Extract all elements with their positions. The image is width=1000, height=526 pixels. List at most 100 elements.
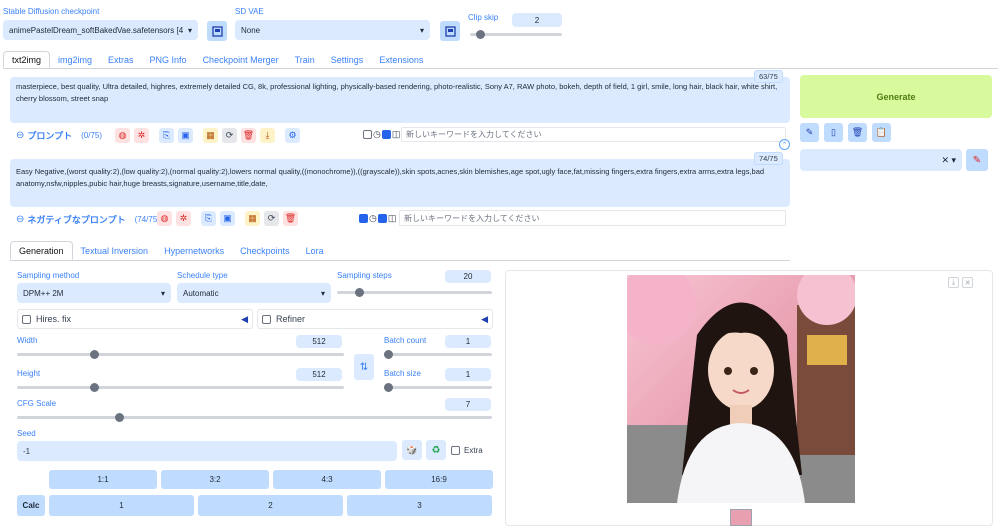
negative-prompt-textarea[interactable]: Easy Negative,(worst quality:2),(low qua… (10, 159, 790, 207)
seed-input[interactable]: -1 (17, 441, 397, 461)
extra-label: Extra (464, 446, 483, 455)
refresh-vae-button[interactable] (440, 21, 460, 41)
height-value[interactable]: 512 (296, 368, 342, 381)
style-toolbar: ✎ ▯ 🗑 📋 (800, 123, 891, 142)
prompt-textarea[interactable]: masterpiece, best quality, Ultra detaile… (10, 77, 790, 123)
hires-fix-accordion[interactable]: Hires. fix ◀ (17, 309, 253, 329)
erase-icon[interactable]: ◍ (157, 211, 172, 226)
refiner-accordion[interactable]: Refiner ◀ (257, 309, 493, 329)
notes-icon[interactable]: 📋 (872, 123, 891, 142)
multiplier-button-1[interactable]: 1 (49, 495, 194, 516)
tab-checkpoints[interactable]: Checkpoints (232, 241, 298, 260)
apply-style-button[interactable]: ✎ (966, 149, 988, 171)
sampling-method-select[interactable]: DPM++ 2M ▾ (17, 283, 171, 303)
erase-icon[interactable]: ◍ (115, 128, 130, 143)
multiplier-button-2[interactable]: 2 (198, 495, 343, 516)
ratio-button-4-3[interactable]: 4:3 (273, 470, 381, 489)
ratio-button-1-1[interactable]: 1:1 (49, 470, 157, 489)
tab-settings[interactable]: Settings (323, 51, 372, 68)
history-icon[interactable]: ▦ (245, 211, 260, 226)
history-icon[interactable]: ▦ (203, 128, 218, 143)
gear-icon[interactable]: ✲ (134, 128, 149, 143)
clipboard-icon[interactable]: ▯ (824, 123, 843, 142)
negative-keyword-input[interactable]: 新しいキーワードを入力してください (399, 210, 786, 226)
clear-icon[interactable]: ✕ ▾ (941, 155, 956, 166)
paste-icon[interactable]: ▣ (178, 128, 193, 143)
height-slider[interactable] (17, 383, 344, 392)
edit-icon[interactable]: ✎ (800, 123, 819, 142)
width-slider[interactable] (17, 350, 344, 359)
batch-count-value[interactable]: 1 (445, 335, 491, 348)
prompt-keyword-input[interactable]: 新しいキーワードを入力してください (401, 127, 786, 142)
batch-count-label: Batch count (384, 336, 427, 345)
sampling-steps-value[interactable]: 20 (445, 270, 491, 283)
batch-size-value[interactable]: 1 (445, 368, 491, 381)
hires-checkbox[interactable] (22, 314, 31, 324)
reload-icon[interactable]: ⟳ (264, 211, 279, 226)
tab-png-info[interactable]: PNG Info (142, 51, 195, 68)
tab-checkpoint-merger[interactable]: Checkpoint Merger (195, 51, 287, 68)
gallery-thumbnail[interactable] (730, 509, 752, 526)
paste-icon[interactable]: ▣ (220, 211, 235, 226)
tab-extensions[interactable]: Extensions (371, 51, 431, 68)
ratio-button-3-2[interactable]: 3:2 (161, 470, 269, 489)
checkpoint-select[interactable]: animePastelDream_softBakedVae.safetensor… (3, 20, 198, 40)
generated-image[interactable] (627, 275, 855, 503)
collapse-icon[interactable]: ⊖ (16, 214, 24, 225)
generate-button[interactable]: Generate (800, 75, 992, 118)
cfg-scale-value[interactable]: 7 (445, 398, 491, 411)
tab-textual-inversion[interactable]: Textual Inversion (73, 241, 157, 260)
extra-seed-toggle[interactable]: Extra (451, 446, 483, 455)
refiner-checkbox[interactable] (262, 314, 271, 324)
trash-icon[interactable]: 🗑 (283, 211, 298, 226)
settings-icon[interactable]: ⚙ (285, 128, 300, 143)
copy-icon[interactable]: ⎘ (159, 128, 174, 143)
chevron-up-icon[interactable]: ⌃ (779, 139, 790, 150)
vae-select[interactable]: None ▾ (235, 20, 430, 40)
random-seed-button[interactable]: 🎲 (402, 440, 422, 460)
width-value[interactable]: 512 (296, 335, 342, 348)
reload-icon[interactable]: ⟳ (222, 128, 237, 143)
tab-extras[interactable]: Extras (100, 51, 142, 68)
tab-txt2img[interactable]: txt2img (3, 51, 51, 68)
trash-icon[interactable]: 🗑 (848, 123, 867, 142)
tab-generation[interactable]: Generation (10, 241, 73, 260)
tab-hypernetworks[interactable]: Hypernetworks (156, 241, 232, 260)
prompt-toolbar: ◍ ✲ ⎘ ▣ ▦ ⟳ 🗑 ⤓ ⚙ (115, 128, 300, 143)
reuse-seed-button[interactable]: ♻ (426, 440, 446, 460)
tab-train[interactable]: Train (287, 51, 323, 68)
swap-icon: ⇅ (359, 361, 369, 373)
checkbox[interactable] (363, 130, 372, 139)
download-icon[interactable]: ⤓ (260, 128, 275, 143)
sampling-steps-slider[interactable] (337, 288, 492, 297)
prompt-title: プロンプト (27, 131, 73, 141)
multiplier-button-3[interactable]: 3 (347, 495, 492, 516)
calc-button[interactable]: Calc (17, 495, 45, 516)
sampling-steps-label: Sampling steps (337, 271, 392, 280)
vae-label: SD VAE (235, 7, 264, 16)
batch-size-slider[interactable] (384, 383, 492, 392)
close-icon[interactable]: ✕ (962, 277, 973, 288)
gear-icon[interactable]: ✲ (176, 211, 191, 226)
clip-skip-value[interactable]: 2 (512, 13, 562, 27)
checkbox-checked[interactable] (381, 130, 391, 139)
batch-size-label: Batch size (384, 369, 421, 378)
extra-checkbox[interactable] (451, 446, 460, 455)
clip-skip-slider[interactable] (470, 30, 562, 39)
download-icon[interactable]: ⤓ (948, 277, 959, 288)
sampling-method-label: Sampling method (17, 271, 80, 280)
cfg-scale-slider[interactable] (17, 413, 492, 422)
swap-dimensions-button[interactable]: ⇅ (354, 354, 374, 380)
checkbox-checked[interactable] (359, 214, 368, 223)
styles-select[interactable]: ✕ ▾ (800, 149, 962, 171)
checkbox-checked[interactable] (377, 214, 387, 223)
tab-img2img[interactable]: img2img (50, 51, 100, 68)
tab-lora[interactable]: Lora (298, 241, 332, 260)
copy-icon[interactable]: ⎘ (201, 211, 216, 226)
refresh-checkpoint-button[interactable] (207, 21, 227, 41)
schedule-type-select[interactable]: Automatic ▾ (177, 283, 331, 303)
collapse-icon[interactable]: ⊖ (16, 130, 24, 141)
batch-count-slider[interactable] (384, 350, 492, 359)
trash-icon[interactable]: 🗑 (241, 128, 256, 143)
ratio-button-16-9[interactable]: 16:9 (385, 470, 493, 489)
